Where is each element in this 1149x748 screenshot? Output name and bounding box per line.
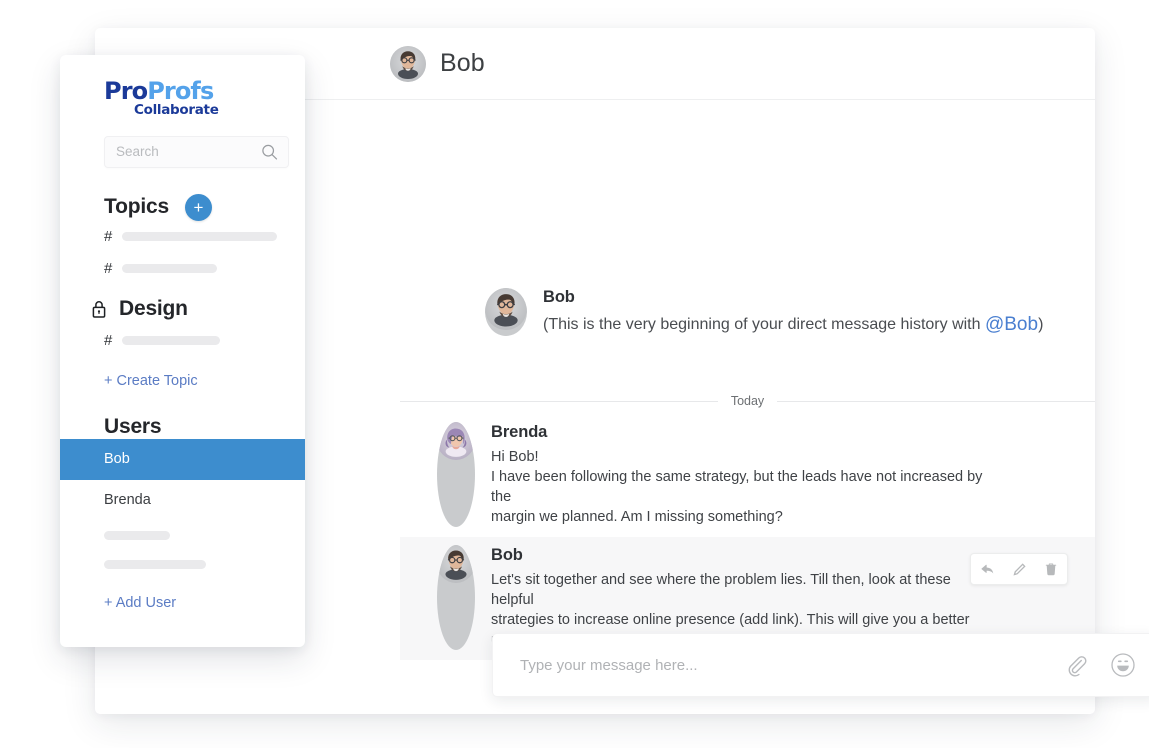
user-name: Brenda: [104, 492, 151, 508]
intro-author: Bob: [543, 288, 575, 306]
user-name: Bob: [104, 451, 130, 467]
sidebar: ProProfs Collaborate Topics + # #: [60, 55, 305, 647]
search-box[interactable]: [104, 135, 289, 168]
create-topic-link[interactable]: + Create Topic: [60, 373, 305, 389]
message-line: strategies to increase online presence (…: [491, 612, 970, 628]
topics-title: Topics: [104, 195, 169, 218]
message-text: Hi Bob! I have been following the same s…: [491, 447, 991, 527]
message-line: Let's sit together and see where the pro…: [491, 572, 951, 608]
delete-icon[interactable]: [1035, 554, 1067, 584]
logo-part-pro: Pro: [104, 77, 148, 105]
logo-subtitle: Collaborate: [134, 102, 219, 118]
bob-avatar: [437, 545, 475, 650]
message-list: Brenda Hi Bob! I have been following the…: [400, 414, 1095, 660]
divider-rule-left: [400, 400, 718, 402]
message-author: Brenda: [491, 423, 548, 441]
brenda-avatar: [437, 422, 475, 527]
sidebar-item-user[interactable]: [60, 521, 305, 550]
topic-group-title: Design: [119, 296, 188, 320]
hash-icon: #: [104, 260, 113, 277]
topic-name-placeholder: [122, 336, 221, 345]
sidebar-item-topic[interactable]: #: [60, 253, 305, 285]
sidebar-item-user[interactable]: [60, 550, 305, 579]
add-user-link[interactable]: + Add User: [60, 595, 305, 611]
intro-text: (This is the very beginning of your dire…: [543, 314, 1043, 336]
hash-icon: #: [104, 332, 113, 349]
screenshot-stage: Bob Bob (This is the very beginning of y…: [0, 0, 1149, 748]
message-line: I have been following the same strategy,…: [491, 469, 983, 505]
intro-text-before: (This is the very beginning of your dire…: [543, 316, 985, 333]
paperclip-icon[interactable]: [1064, 653, 1088, 677]
table-row[interactable]: Brenda Hi Bob! I have been following the…: [400, 414, 1095, 537]
users-title: Users: [104, 414, 162, 438]
message-author: Bob: [491, 546, 523, 564]
sidebar-item-user-brenda[interactable]: Brenda: [60, 480, 305, 521]
message-action-toolbar: [970, 553, 1068, 585]
user-name-placeholder: [104, 559, 206, 569]
reply-icon[interactable]: [971, 554, 1003, 584]
intro-avatar: [485, 288, 527, 336]
day-divider-label: Today: [730, 394, 765, 408]
day-divider: Today: [400, 394, 1096, 408]
message-line: margin we planned. Am I missing somethin…: [491, 509, 783, 525]
logo-part-profs: Profs: [147, 77, 214, 105]
logo-wordmark: ProProfs: [104, 79, 305, 103]
message-input[interactable]: [518, 655, 1042, 675]
intro-text-after: ): [1038, 316, 1044, 333]
sidebar-item-user-bob[interactable]: Bob: [60, 438, 305, 480]
smiley-icon[interactable]: [1110, 652, 1136, 678]
logo: ProProfs Collaborate: [60, 55, 305, 118]
header-avatar: [390, 45, 426, 82]
topics-section-header: Topics +: [60, 193, 305, 221]
add-topic-button[interactable]: +: [184, 193, 212, 221]
page-title: Bob: [440, 49, 485, 77]
mention-link[interactable]: @Bob: [985, 314, 1038, 335]
user-name-placeholder: [104, 530, 170, 540]
topic-name-placeholder: [122, 232, 278, 241]
divider-rule-right: [777, 400, 1096, 402]
lock-icon: [90, 299, 108, 319]
hash-icon: #: [104, 228, 113, 245]
message-composer[interactable]: [492, 633, 1149, 697]
edit-icon[interactable]: [1003, 554, 1035, 584]
search-icon[interactable]: [261, 143, 278, 160]
intro-body: Bob (This is the very beginning of your …: [527, 288, 1043, 336]
message-content: Brenda Hi Bob! I have been following the…: [475, 422, 991, 527]
sidebar-item-topic[interactable]: #: [60, 325, 305, 357]
message-line: Hi Bob!: [491, 449, 539, 465]
conversation-intro: Bob (This is the very beginning of your …: [400, 288, 1095, 336]
topic-name-placeholder: [122, 264, 218, 273]
message-pane: Bob (This is the very beginning of your …: [400, 101, 1149, 714]
sidebar-item-topic[interactable]: #: [60, 221, 305, 253]
topic-group-design[interactable]: Design: [60, 297, 305, 321]
